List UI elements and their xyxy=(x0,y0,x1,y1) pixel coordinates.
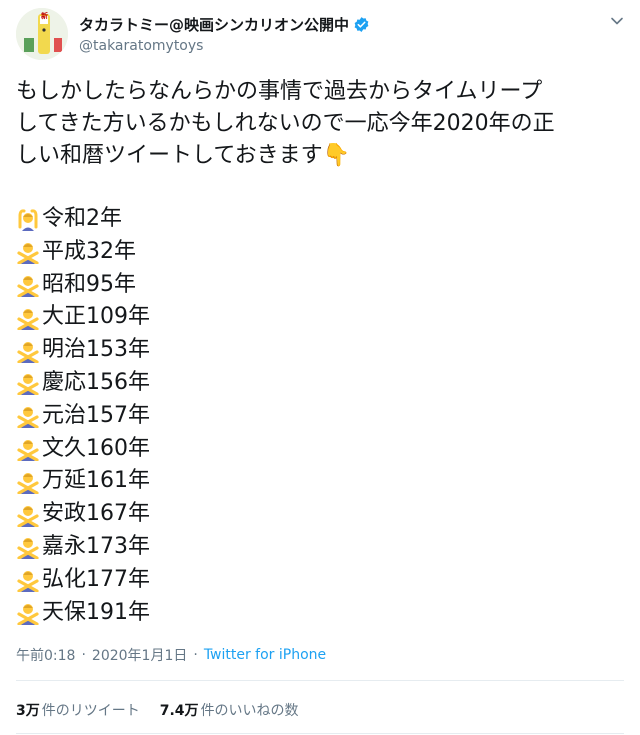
retweets-label: 件のリツイート xyxy=(41,703,140,719)
meta-separator: · xyxy=(81,647,86,663)
era-label: 文久160年 xyxy=(42,435,150,461)
tweet-text-line: もしかしたらなんらかの事情で過去からタイムリープ xyxy=(16,79,543,104)
era-item: 慶応156年 xyxy=(16,367,616,400)
era-label: 天保191年 xyxy=(42,599,150,625)
era-label: 令和2年 xyxy=(42,206,122,231)
person-gesturing-no-icon xyxy=(17,243,39,265)
person-gesturing-no-icon xyxy=(17,538,39,560)
verified-badge-icon xyxy=(354,17,369,32)
tweet-meta: 午前0:18 · 2020年1月1日 · Twitter for iPhone xyxy=(16,645,326,665)
retweets-stat[interactable]: 3万 件のリツイート xyxy=(16,700,140,720)
avatar-badge: 新 xyxy=(41,12,48,20)
era-item: 万延161年 xyxy=(16,465,616,498)
era-label: 平成32年 xyxy=(42,238,136,264)
tweet-text: もしかしたらなんらかの事情で過去からタイムリープ してきた方いるかもしれないので… xyxy=(16,76,624,172)
person-gesturing-no-icon xyxy=(17,374,39,396)
likes-label: 件のいいねの数 xyxy=(200,703,299,719)
divider xyxy=(16,733,624,734)
era-list: 令和2年平成32年昭和95年大正109年 明治153年 慶応156年 元治157年 文久… xyxy=(16,203,616,629)
era-item: 昭和95年 xyxy=(16,269,616,302)
divider xyxy=(16,680,624,681)
era-label: 慶応156年 xyxy=(42,369,150,395)
retweets-count: 3万 xyxy=(16,703,40,719)
user-handle[interactable]: @takaratomytoys xyxy=(79,38,203,54)
meta-separator: · xyxy=(193,647,198,663)
tweet-source-link[interactable]: Twitter for iPhone xyxy=(204,647,326,663)
era-item: 令和2年 xyxy=(16,203,616,236)
era-item: 天保191年 xyxy=(16,597,616,630)
avatar[interactable]: 新 xyxy=(16,8,68,60)
era-label: 嘉永173年 xyxy=(42,533,150,559)
era-label: 安政167年 xyxy=(42,501,150,527)
person-gesturing-no-icon xyxy=(17,341,39,363)
likes-count: 7.4万 xyxy=(159,703,199,719)
era-item: 明治153年 xyxy=(16,334,616,367)
tweet-text-segment: しい和暦ツイートしておきます xyxy=(16,143,323,168)
person-gesturing-no-icon xyxy=(17,472,39,494)
era-item: 大正109年 xyxy=(16,301,616,334)
tweet-header: 新 タカラトミー@映画シンカリオン公開中 @takaratomytoys xyxy=(16,8,624,60)
name-row: タカラトミー@映画シンカリオン公開中 xyxy=(79,14,370,35)
era-label: 弘化177年 xyxy=(42,566,150,592)
tweet: 新 タカラトミー@映画シンカリオン公開中 @takaratomytoys もしか… xyxy=(0,0,640,735)
likes-stat[interactable]: 7.4万 件のいいねの数 xyxy=(160,700,299,720)
display-name[interactable]: タカラトミー@映画シンカリオン公開中 xyxy=(79,14,349,35)
chevron-down-icon[interactable] xyxy=(610,14,624,28)
pointing-down-emoji-icon: 👇 xyxy=(322,143,351,168)
tweet-text-line: してきた方いるかもしれないので一応今年2020年の正 xyxy=(16,111,555,136)
tweet-date[interactable]: 2020年1月1日 xyxy=(92,645,187,665)
person-gesturing-no-icon xyxy=(17,407,39,429)
era-item: 安政167年 xyxy=(16,498,616,531)
person-gesturing-no-icon xyxy=(17,439,39,461)
person-gesturing-no-icon xyxy=(17,603,39,625)
era-label: 昭和95年 xyxy=(42,271,136,297)
era-label: 元治157年 xyxy=(42,402,150,428)
person-gesturing-no-icon xyxy=(17,308,39,330)
era-label: 大正109年 xyxy=(42,304,150,330)
person-gesturing-no-icon xyxy=(17,275,39,297)
tweet-stats: 3万 件のリツイート 7.4万 件のいいねの数 xyxy=(16,700,319,720)
era-item: 嘉永173年 xyxy=(16,531,616,564)
era-item: 平成32年 xyxy=(16,236,616,269)
tweet-time[interactable]: 午前0:18 xyxy=(16,645,75,665)
person-gesturing-no-icon xyxy=(17,571,39,593)
person-gesturing-no-icon xyxy=(17,505,39,527)
era-item: 文久160年 xyxy=(16,433,616,466)
person-gesturing-ok-icon xyxy=(18,209,38,232)
era-item: 元治157年 xyxy=(16,400,616,433)
era-label: 明治153年 xyxy=(42,337,150,363)
era-label: 万延161年 xyxy=(42,468,150,494)
tweet-text-line: しい和暦ツイートしておきます👇 xyxy=(16,140,624,172)
era-item: 弘化177年 xyxy=(16,564,616,597)
